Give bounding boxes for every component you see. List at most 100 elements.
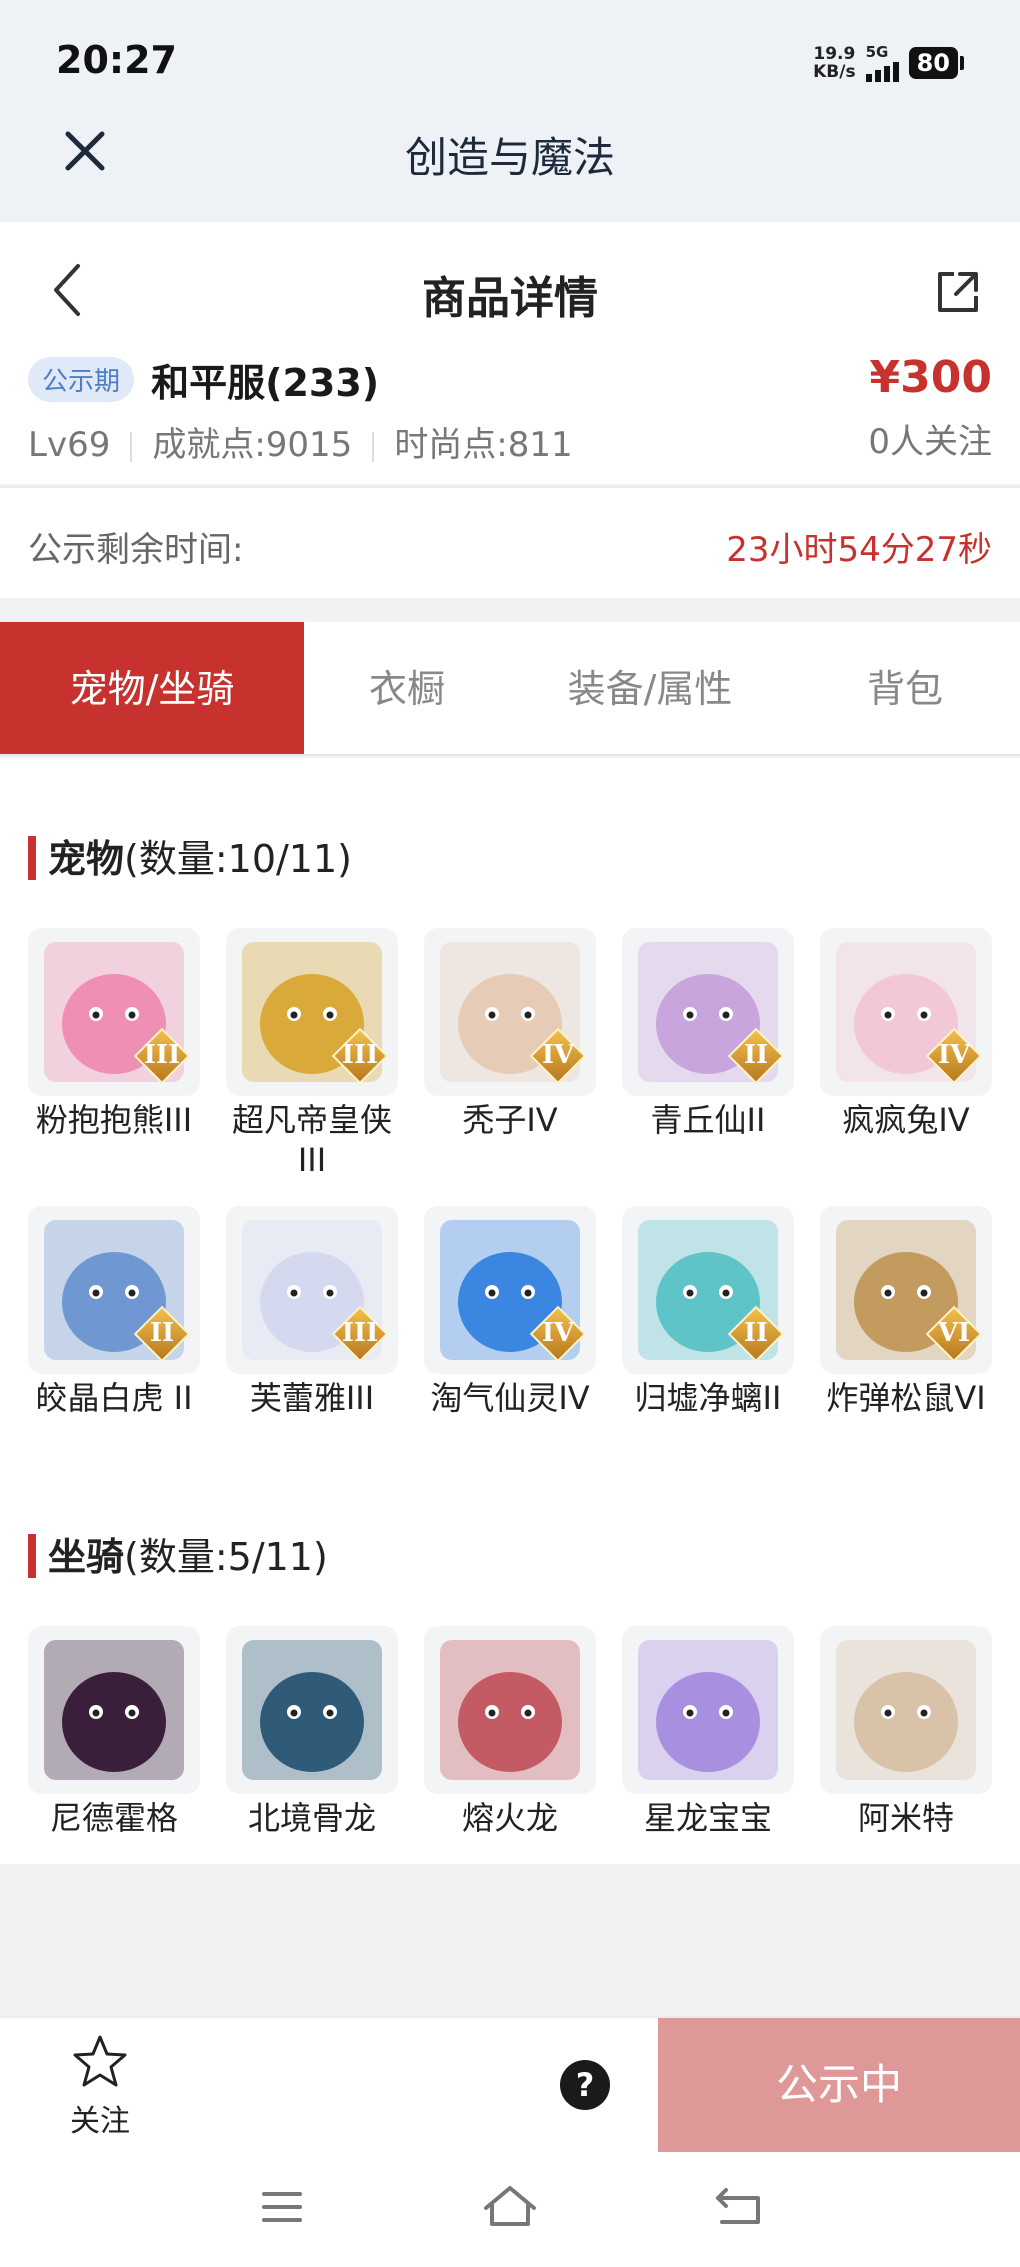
level-badge-icon: IV — [925, 1027, 983, 1085]
mount-item[interactable]: 北境骨龙 — [226, 1626, 398, 1838]
public-status-button[interactable]: 公示中 — [658, 2018, 1020, 2152]
pet-item[interactable]: II 皎晶白虎 II — [28, 1206, 200, 1418]
status-badge: 公示期 — [28, 357, 135, 402]
countdown-label: 公示剩余时间: — [28, 530, 244, 570]
system-nav-bar — [0, 2152, 1020, 2267]
app-header: 创造与魔法 — [0, 110, 1020, 222]
status-indicators: 19.9 KB/s 5G 80 — [813, 44, 964, 82]
mount-name: 北境骨龙 — [247, 1799, 376, 1837]
achievement-points: 成就点:9015 — [152, 425, 353, 465]
level-badge-icon: VI — [925, 1305, 983, 1363]
mount-item[interactable]: 阿米特 — [820, 1626, 992, 1838]
countdown-value: 23小时54分27秒 — [726, 530, 992, 570]
follower-count: 0人关注 — [868, 422, 992, 462]
pets-section-header: 宠物(数量:10/11) — [28, 828, 352, 883]
mount-name: 星龙宝宝 — [643, 1799, 772, 1837]
action-bar: 关注 ? 公示中 — [0, 2016, 1020, 2152]
pet-portrait: III — [226, 928, 398, 1096]
tab-pets-mounts[interactable]: 宠物/坐骑 — [0, 622, 304, 754]
pet-item[interactable]: VI 炸弹松鼠VI — [820, 1206, 992, 1418]
listing-info: 公示期 和平服(233) ¥300 Lv69 成就点:9015 时尚点:811 0人… — [28, 352, 992, 466]
tab-bar: 宠物/坐骑 衣橱 装备/属性 背包 — [0, 622, 1020, 756]
pet-item[interactable]: II 青丘仙II — [622, 928, 794, 1140]
stats-row: Lv69 成就点:9015 时尚点:811 — [28, 417, 992, 466]
menu-icon[interactable] — [252, 2182, 312, 2232]
level-badge-icon: III — [133, 1027, 191, 1085]
level-badge-icon: II — [133, 1305, 191, 1363]
page-title: 商品详情 — [422, 273, 598, 324]
battery-icon: 80 — [908, 47, 964, 79]
level-badge-icon: IV — [529, 1305, 587, 1363]
back-nav-icon[interactable] — [710, 2182, 770, 2232]
nav-bar: 商品详情 — [0, 222, 1020, 352]
pet-portrait: IV — [424, 928, 596, 1096]
mount-item[interactable]: 星龙宝宝 — [622, 1626, 794, 1838]
pet-portrait: II — [28, 1206, 200, 1374]
mount-name: 阿米特 — [857, 1799, 954, 1837]
pet-name: 秃子IV — [462, 1101, 558, 1139]
pet-portrait: VI — [820, 1206, 992, 1374]
pet-item[interactable]: III 粉抱抱熊III — [28, 928, 200, 1140]
pet-item[interactable]: IV 秃子IV — [424, 928, 596, 1140]
pet-name: 炸弹松鼠VI — [826, 1379, 986, 1417]
mount-name: 熔火龙 — [461, 1799, 558, 1837]
pet-portrait: III — [226, 1206, 398, 1374]
pet-portrait: III — [28, 928, 200, 1096]
level-badge-icon: III — [331, 1027, 389, 1085]
mount-item[interactable]: 熔火龙 — [424, 1626, 596, 1838]
level-badge-icon: II — [727, 1305, 785, 1363]
tab-equipment-attributes[interactable]: 装备/属性 — [510, 622, 790, 754]
level-badge-icon: III — [331, 1305, 389, 1363]
player-level: Lv69 — [28, 425, 111, 465]
pet-item[interactable]: III 芙蕾雅III — [226, 1206, 398, 1418]
network-speed: 19.9 KB/s — [813, 44, 856, 82]
mount-portrait — [424, 1626, 596, 1794]
signal-icon: 5G — [865, 44, 899, 82]
pet-name: 皎晶白虎 II — [35, 1379, 193, 1417]
mount-portrait — [622, 1626, 794, 1794]
share-external-icon — [938, 272, 978, 312]
fashion-points: 时尚点:811 — [394, 425, 573, 465]
pet-name: 超凡帝皇侠III — [231, 1101, 392, 1179]
pet-item[interactable]: IV 疯疯兔IV — [820, 928, 992, 1140]
pet-portrait: IV — [424, 1206, 596, 1374]
status-bar: 20:27 19.9 KB/s 5G 80 — [0, 0, 1020, 110]
status-time: 20:27 — [56, 38, 177, 82]
pet-portrait: II — [622, 928, 794, 1096]
pet-name: 归墟净螭II — [634, 1379, 782, 1417]
pet-item[interactable]: II 归墟净螭II — [622, 1206, 794, 1418]
product-summary: 商品详情 公示期 和平服(233) ¥300 Lv69 成就点:9015 时尚点:8… — [0, 222, 1020, 484]
pet-item[interactable]: III 超凡帝皇侠III — [226, 928, 398, 1180]
tab-wardrobe[interactable]: 衣橱 — [304, 622, 510, 754]
pet-name: 芙蕾雅III — [249, 1379, 375, 1417]
mounts-count: (数量:5/11) — [124, 1535, 328, 1579]
countdown-row: 公示剩余时间: 23小时54分27秒 — [0, 486, 1020, 598]
mount-portrait — [28, 1626, 200, 1794]
mount-name: 尼德霍格 — [49, 1799, 178, 1837]
level-badge-icon: IV — [529, 1027, 587, 1085]
pet-portrait: II — [622, 1206, 794, 1374]
follow-label: 关注 — [70, 2104, 130, 2139]
pets-count: (数量:10/11) — [124, 837, 352, 881]
pet-portrait: IV — [820, 928, 992, 1096]
mount-item[interactable]: 尼德霍格 — [28, 1626, 200, 1838]
pet-name: 粉抱抱熊III — [35, 1101, 193, 1139]
pet-name: 淘气仙灵IV — [430, 1379, 590, 1417]
level-badge-icon: II — [727, 1027, 785, 1085]
tab-backpack[interactable]: 背包 — [790, 622, 1020, 754]
server-name: 和平服(233) — [151, 361, 380, 405]
pet-name: 疯疯兔IV — [842, 1101, 970, 1139]
app-title: 创造与魔法 — [404, 133, 615, 182]
star-icon — [73, 2035, 127, 2087]
follow-button[interactable]: 关注 — [60, 2032, 140, 2140]
price: ¥300 — [869, 352, 992, 403]
tab-content: 宠物(数量:10/11) III 粉抱抱熊III III 超凡帝皇侠III IV 秃子IV… — [0, 758, 1020, 1864]
pet-item[interactable]: IV 淘气仙灵IV — [424, 1206, 596, 1418]
home-icon[interactable] — [480, 2182, 540, 2232]
pet-name: 青丘仙II — [650, 1101, 766, 1139]
help-icon[interactable]: ? — [560, 2060, 610, 2110]
mount-portrait — [226, 1626, 398, 1794]
mount-portrait — [820, 1626, 992, 1794]
share-button[interactable] — [932, 266, 984, 318]
mounts-section-header: 坐骑(数量:5/11) — [28, 1526, 328, 1581]
